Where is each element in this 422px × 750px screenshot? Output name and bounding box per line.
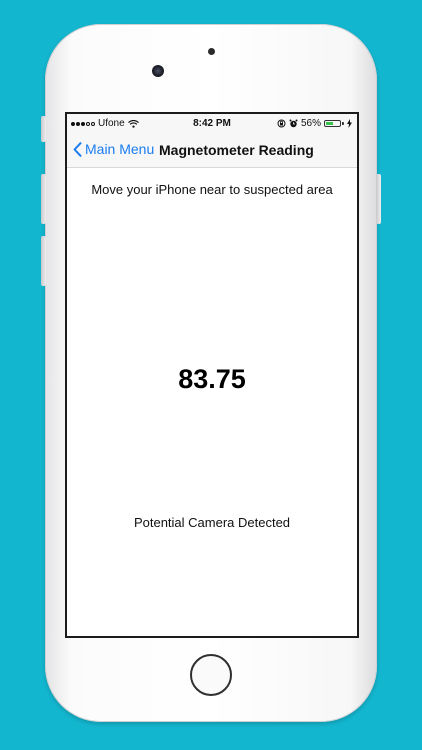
back-button[interactable]: Main Menu — [73, 141, 154, 157]
volume-up-button — [41, 174, 46, 224]
alarm-icon — [289, 119, 298, 128]
battery-tip — [342, 122, 344, 125]
front-camera-icon — [152, 65, 164, 77]
instruction-text: Move your iPhone near to suspected area — [91, 182, 333, 197]
battery-icon — [324, 120, 341, 127]
page-title: Magnetometer Reading — [159, 142, 314, 158]
rotation-lock-icon — [277, 119, 286, 128]
speaker-icon — [208, 48, 215, 55]
app-screen: Ufone 8:42 PM 56% Main Menu Magnetometer… — [65, 112, 359, 638]
magnetometer-reading-value: 83.75 — [178, 364, 246, 394]
status-right: 56% — [277, 118, 352, 129]
navigation-bar: Main Menu Magnetometer Reading — [67, 134, 357, 168]
volume-down-button — [41, 236, 46, 286]
detection-status-text: Potential Camera Detected — [133, 515, 291, 530]
home-button[interactable] — [190, 654, 232, 696]
mute-switch — [41, 116, 46, 142]
chevron-left-icon — [73, 141, 82, 157]
battery-percent: 56% — [300, 118, 321, 129]
status-bar: Ufone 8:42 PM 56% — [67, 114, 357, 134]
battery-fill — [326, 122, 333, 125]
power-button — [376, 174, 381, 224]
back-button-label: Main Menu — [85, 141, 155, 157]
charging-bolt-icon — [347, 119, 352, 128]
